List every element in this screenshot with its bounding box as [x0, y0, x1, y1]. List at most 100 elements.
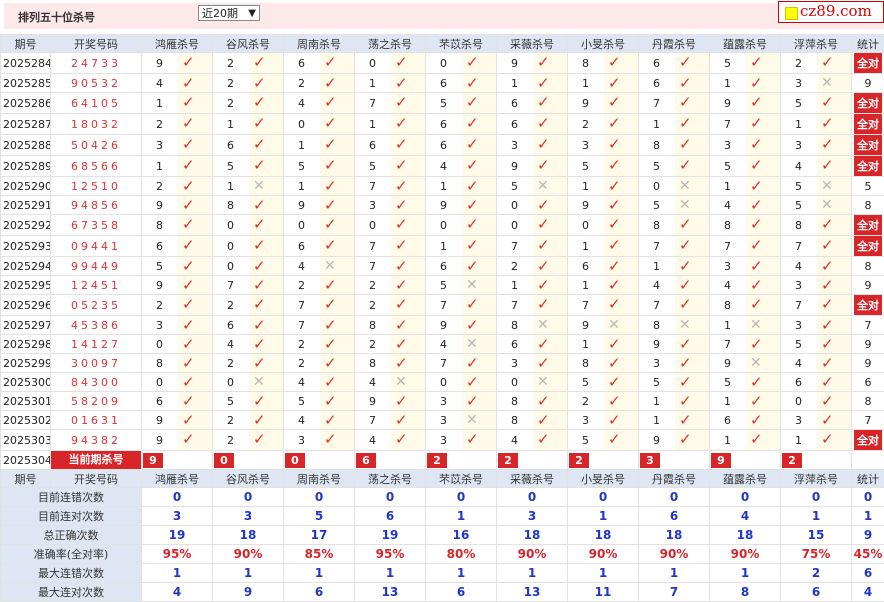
check-icon: ✓ — [608, 198, 621, 212]
kill-number: 1 — [653, 260, 660, 273]
check-icon: ✓ — [253, 413, 266, 427]
kill-cell: 7✓ — [497, 236, 568, 257]
check-icon: ✓ — [395, 413, 408, 427]
kill-cell: 0✓ — [426, 373, 497, 392]
all-correct-badge: 全对 — [854, 53, 882, 73]
kill-number: 7 — [795, 240, 802, 253]
kill-cell: 4✓ — [355, 430, 426, 451]
kill-cell: 8✕ — [639, 316, 710, 335]
kill-cell: 0✓ — [426, 215, 497, 236]
issue-cell: 2025287 — [1, 114, 51, 135]
kill-cell: 6✓ — [497, 114, 568, 135]
kill-number: 8 — [227, 199, 234, 212]
current-issue-cell: 2025304 — [1, 451, 51, 470]
stats-label: 目前连错次数 — [1, 488, 142, 507]
stats-value: 18 — [497, 526, 568, 545]
check-icon: ✓ — [253, 297, 266, 311]
check-icon: ✓ — [750, 238, 763, 252]
kill-cell: 0✓ — [213, 215, 284, 236]
check-icon: ✓ — [537, 297, 550, 311]
stats-value: 9 — [213, 583, 284, 602]
kill-cell: 4✓ — [284, 93, 355, 114]
kill-number: 9 — [298, 199, 305, 212]
kill-cell: 7✓ — [284, 316, 355, 335]
kill-number: 6 — [653, 77, 660, 90]
check-icon: ✓ — [679, 337, 692, 351]
stats-value: 1 — [568, 564, 639, 583]
stat-cell: 全对 — [852, 93, 884, 114]
stat-cell: 9 — [852, 276, 884, 295]
draw-number-cell: 58209 — [51, 392, 142, 411]
kill-number: 7 — [511, 240, 518, 253]
kill-cell: 2✓ — [781, 53, 852, 74]
kill-cell: 9✓ — [284, 196, 355, 215]
kill-cell: 3✓ — [284, 430, 355, 451]
kill-cell: 7✓ — [710, 236, 781, 257]
period-select[interactable]: 近20期 ▼ — [198, 5, 260, 21]
kill-number: 1 — [582, 180, 589, 193]
current-kill-cell: 2 — [781, 451, 852, 470]
column-header: 统计 — [852, 35, 884, 53]
kill-number: 1 — [653, 118, 660, 131]
stats-value: 1 — [284, 564, 355, 583]
kill-number: 4 — [227, 338, 234, 351]
cross-icon: ✕ — [537, 179, 549, 193]
check-icon: ✓ — [537, 394, 550, 408]
kill-number: 0 — [582, 219, 589, 232]
check-icon: ✓ — [466, 158, 479, 172]
check-icon: ✓ — [750, 95, 763, 109]
cross-icon: ✕ — [253, 179, 265, 193]
current-label: 当前期杀号 — [51, 451, 141, 469]
kill-cell: 3✓ — [781, 135, 852, 156]
stats-value: 1 — [852, 507, 884, 526]
stats-value: 4 — [852, 583, 884, 602]
check-icon: ✓ — [253, 318, 266, 332]
all-correct-badge: 全对 — [854, 93, 882, 113]
check-icon: ✓ — [182, 137, 195, 151]
check-icon: ✓ — [608, 137, 621, 151]
kill-cell: 6✓ — [142, 392, 213, 411]
cross-icon: ✕ — [821, 179, 833, 193]
kill-cell: 2✓ — [284, 335, 355, 354]
kill-number: 9 — [511, 160, 518, 173]
kill-cell: 1✓ — [568, 335, 639, 354]
issue-cell: 2025299 — [1, 354, 51, 373]
stats-value: 0 — [213, 488, 284, 507]
issue-cell: 2025286 — [1, 93, 51, 114]
kill-cell: 1✓ — [639, 392, 710, 411]
stats-row: 最大连错次数11111111126 — [1, 564, 884, 583]
kill-cell: 9✓ — [497, 156, 568, 177]
stat-cell: 8 — [852, 392, 884, 411]
check-icon: ✓ — [324, 278, 337, 292]
kill-number: 9 — [653, 338, 660, 351]
kill-number: 9 — [440, 319, 447, 332]
column-header-row: 期号开奖号码鸿雁杀号谷风杀号周南杀号荡之杀号芣苡杀号采薇杀号小旻杀号丹霞杀号蕴露… — [1, 470, 884, 488]
kill-cell: 7✓ — [639, 236, 710, 257]
kill-cell: 9✓ — [142, 430, 213, 451]
draw-number-cell: 84300 — [51, 373, 142, 392]
kill-number: 1 — [440, 240, 447, 253]
stat-cell: 全对 — [852, 53, 884, 74]
current-kill-number: 2 — [427, 453, 447, 468]
kill-number: 9 — [724, 357, 731, 370]
kill-number: 6 — [511, 97, 518, 110]
kill-number: 7 — [369, 240, 376, 253]
kill-number: 1 — [724, 77, 731, 90]
kill-number: 6 — [795, 376, 802, 389]
issue-cell: 2025297 — [1, 316, 51, 335]
kill-number: 1 — [724, 434, 731, 447]
kill-number: 0 — [369, 57, 376, 70]
cross-icon: ✕ — [679, 179, 691, 193]
check-icon: ✓ — [324, 318, 337, 332]
stats-value: 0 — [142, 488, 213, 507]
kill-number: 9 — [156, 434, 163, 447]
kill-cell: 9✕ — [568, 316, 639, 335]
kill-cell: 2✓ — [355, 295, 426, 316]
kill-cell: 3✓ — [781, 316, 852, 335]
check-icon: ✓ — [537, 356, 550, 370]
check-icon: ✓ — [750, 55, 763, 69]
draw-number-cell: 12510 — [51, 177, 142, 196]
kill-number: 9 — [156, 414, 163, 427]
kill-number: 9 — [582, 97, 589, 110]
site-logo[interactable]: cz89.com — [778, 1, 884, 23]
